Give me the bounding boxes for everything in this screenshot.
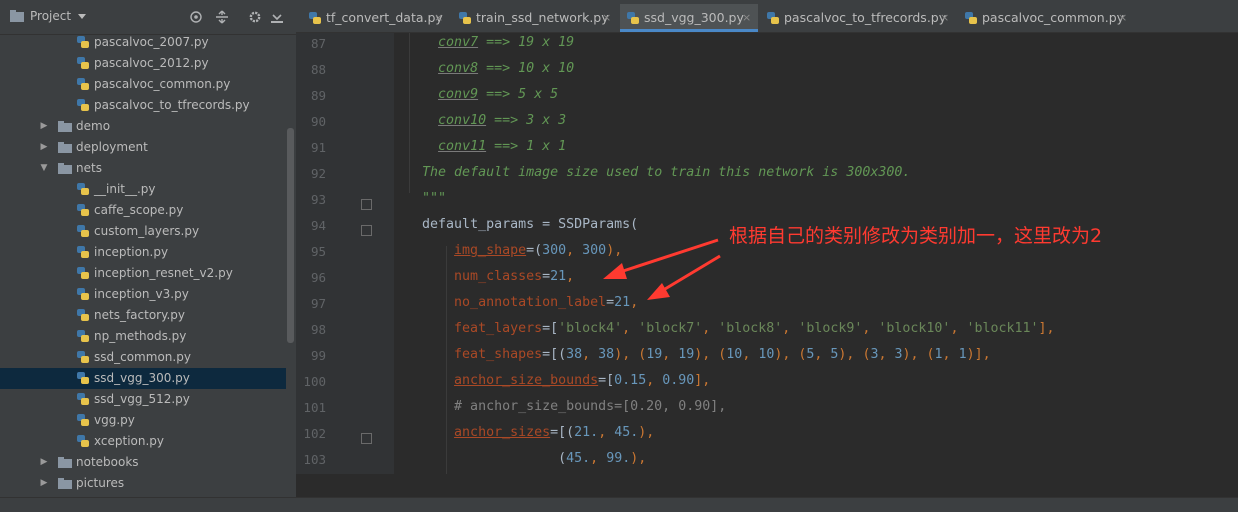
fold-marker-icon[interactable] <box>361 225 372 236</box>
fold-marker-icon[interactable] <box>361 199 372 210</box>
annotation-arrows <box>603 238 721 300</box>
editor-horizontal-scroll-area[interactable] <box>296 474 1238 497</box>
red-arrow-to-num-classes <box>603 238 719 279</box>
status-bar <box>296 497 1238 512</box>
fold-marker-icon[interactable] <box>361 433 372 444</box>
red-arrow-to-no-annotation-label <box>647 254 721 300</box>
